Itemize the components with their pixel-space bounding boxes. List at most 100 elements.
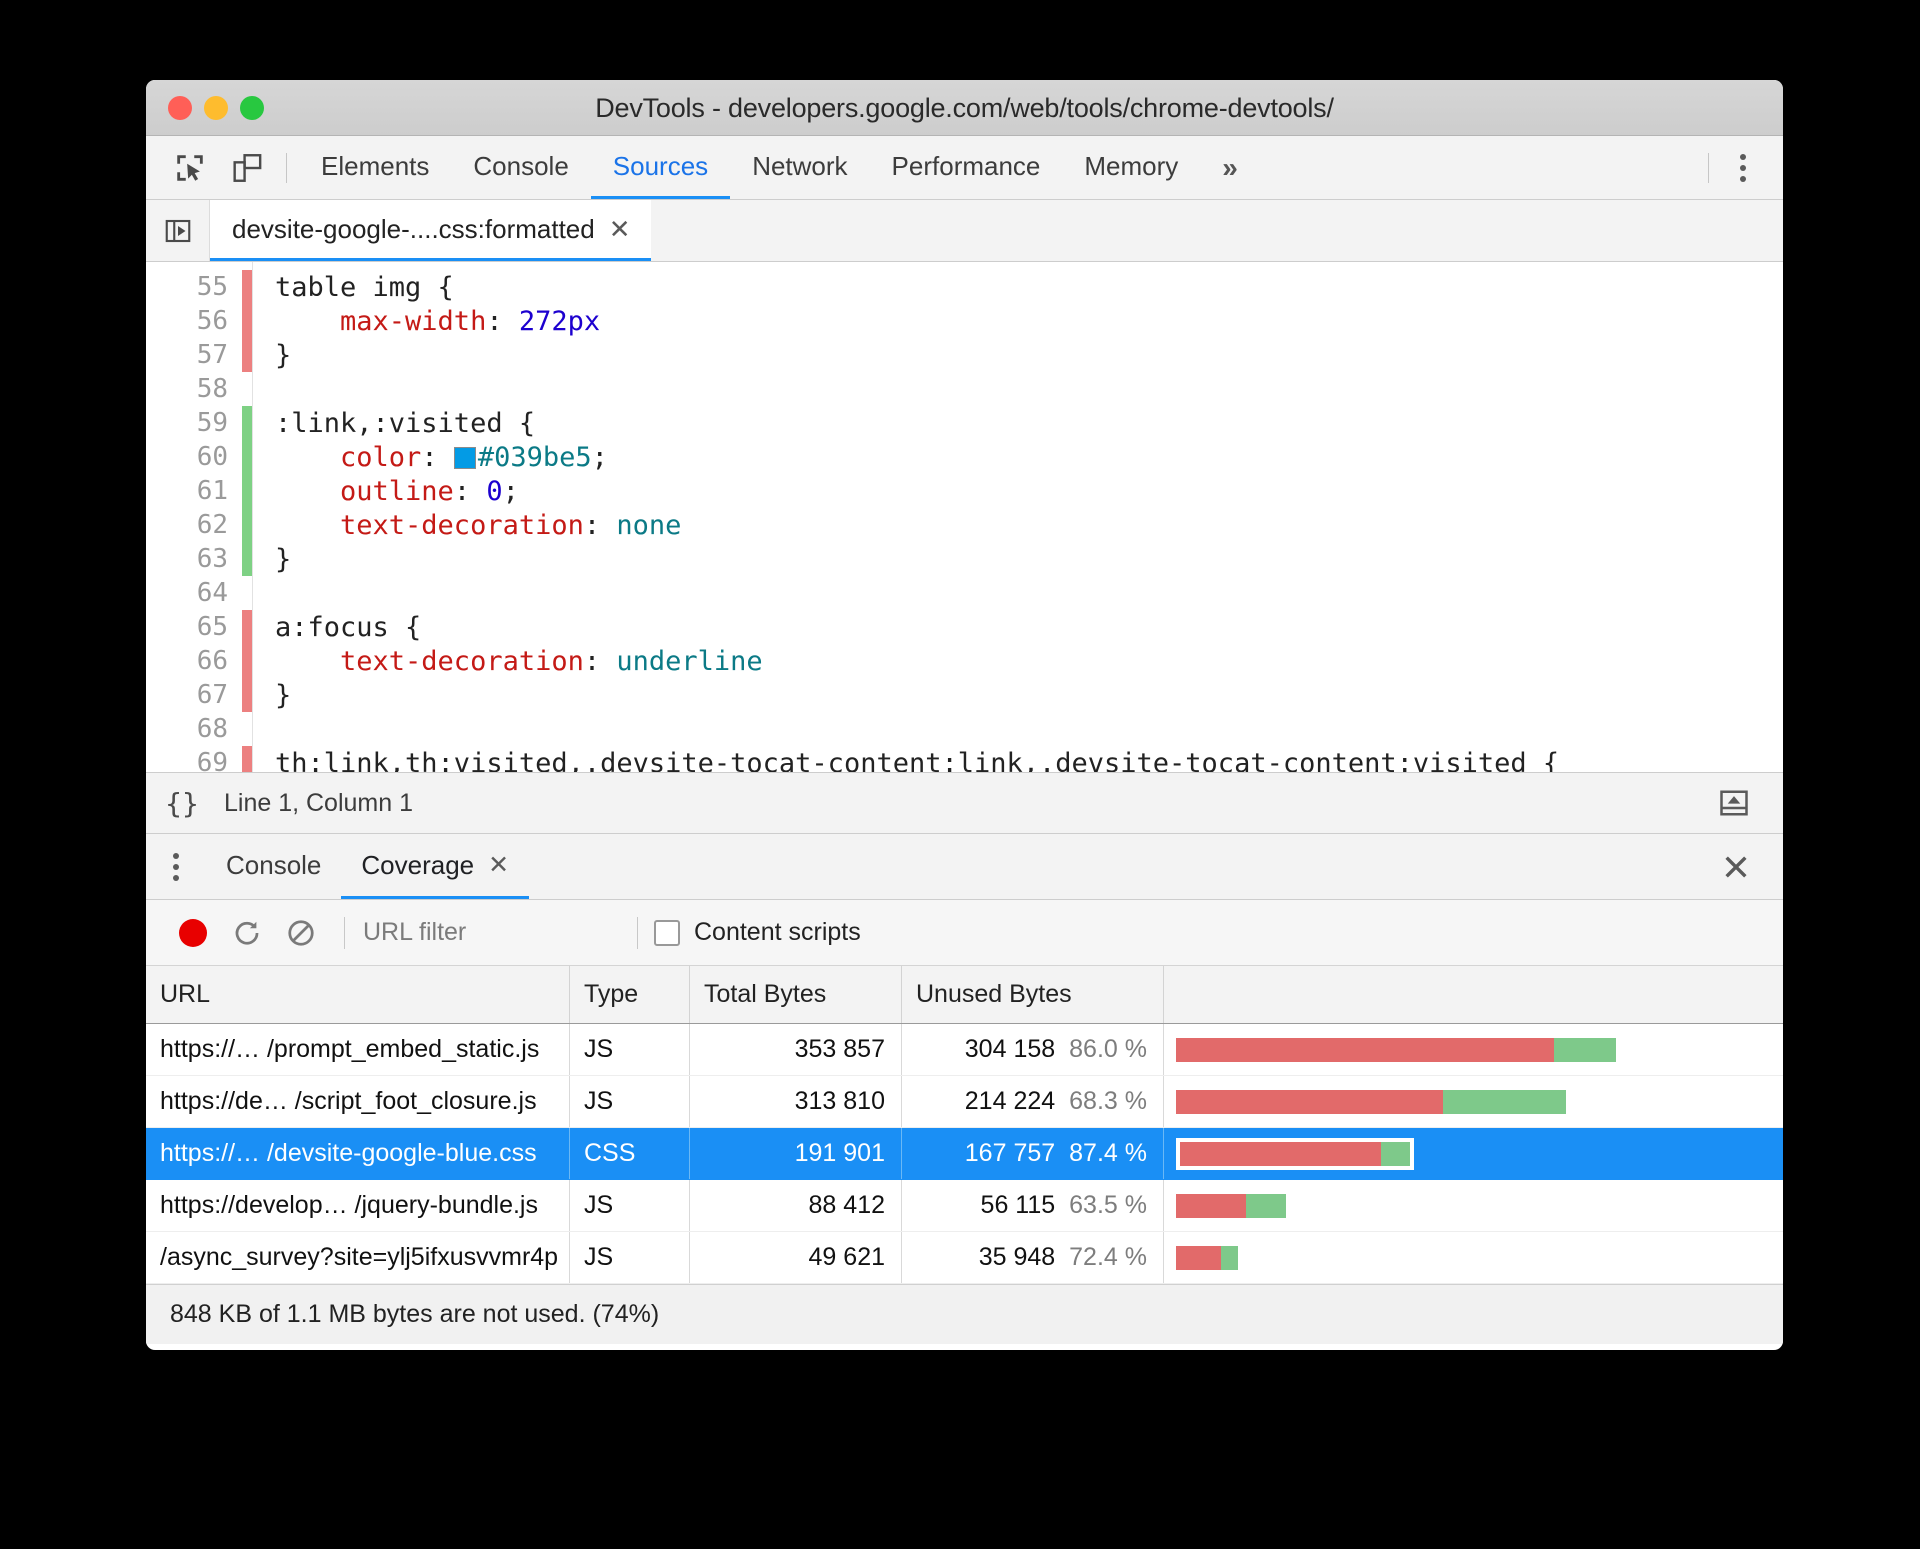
table-row[interactable]: https://de… /script_foot_closure.js JS 313… (146, 1076, 1783, 1128)
coverage-marker (242, 372, 252, 406)
drawer-tab-coverage[interactable]: Coverage ✕ (341, 834, 530, 899)
coverage-marker (242, 712, 252, 746)
customize-devtools-icon[interactable] (1721, 146, 1765, 190)
close-drawer-icon[interactable] (1709, 840, 1763, 894)
code-token: text-decoration (275, 645, 584, 677)
coverage-bar-unused (1180, 1141, 1382, 1166)
code-text: :link,:visited { (253, 408, 535, 439)
zoom-window-button[interactable] (240, 95, 264, 120)
code-line[interactable]: 61 outline: 0; (146, 474, 1783, 508)
content-scripts-checkbox[interactable]: Content scripts (654, 918, 861, 947)
cell-url: https://develop… /jquery-bundle.js (146, 1180, 570, 1231)
coverage-bar-used (1442, 1089, 1567, 1114)
gutter-divider (252, 372, 253, 406)
drawer-tab-console[interactable]: Console (206, 834, 341, 899)
cell-total-bytes: 88 412 (690, 1180, 902, 1231)
code-token: } (275, 679, 292, 711)
drawer-menu-icon[interactable] (146, 834, 206, 899)
close-icon[interactable]: ✕ (488, 850, 509, 880)
coverage-toolbar: Content scripts (146, 900, 1783, 966)
coverage-bar (1176, 1193, 1286, 1218)
unused-bytes-value: 304 158 (964, 1035, 1056, 1063)
show-drawer-icon[interactable] (1707, 776, 1761, 830)
cell-total-bytes: 191 901 (690, 1128, 902, 1179)
code-line[interactable]: 68 (146, 712, 1783, 746)
code-editor[interactable]: 5455table img {56 max-width: 272px57}585… (146, 262, 1783, 772)
code-line[interactable]: 64 (146, 576, 1783, 610)
cell-coverage-bar (1164, 1232, 1783, 1283)
device-toolbar-icon[interactable] (218, 136, 274, 199)
devtools-window: DevTools - developers.google.com/web/too… (146, 80, 1783, 1350)
url-filter-input[interactable] (361, 917, 621, 948)
pretty-print-icon[interactable]: {} (146, 787, 218, 820)
coverage-marker (242, 508, 252, 542)
gutter-divider (252, 262, 253, 270)
show-navigator-icon[interactable] (146, 200, 210, 261)
clear-icon[interactable] (274, 906, 328, 960)
minimize-window-button[interactable] (204, 95, 228, 120)
cell-unused-bytes: 56 115 63.5 % (902, 1180, 1164, 1231)
color-swatch-icon[interactable] (453, 446, 476, 469)
drawer-tabbar: Console Coverage ✕ (146, 834, 1783, 900)
record-icon[interactable] (166, 906, 220, 960)
code-line[interactable]: 57} (146, 338, 1783, 372)
code-line[interactable]: 55 table img { (146, 270, 1783, 304)
code-line[interactable]: 65 a:focus { (146, 610, 1783, 644)
code-token: table img { (275, 271, 454, 303)
tab-elements[interactable]: Elements (299, 136, 451, 199)
code-token: ; (502, 475, 519, 507)
column-header-unused-bytes[interactable]: Unused Bytes (902, 966, 1164, 1023)
code-token: :link,:visited { (275, 407, 536, 439)
tab-sources[interactable]: Sources (590, 136, 731, 199)
file-tab-devsite-google-blue-css[interactable]: devsite-google-....css:formatted ✕ (210, 200, 651, 261)
more-tabs-icon[interactable]: » (1200, 136, 1260, 199)
unused-percent-value: 63.5 % (1069, 1191, 1147, 1219)
cell-coverage-bar (1164, 1024, 1783, 1075)
unused-bytes-value: 214 224 (964, 1087, 1056, 1115)
code-token: a:focus { (275, 611, 422, 643)
cell-coverage-bar (1164, 1076, 1783, 1127)
code-line[interactable]: 62 text-decoration: none (146, 508, 1783, 542)
tab-label: Performance (891, 150, 1041, 181)
tab-performance[interactable]: Performance (870, 136, 1063, 199)
code-line[interactable]: 56 max-width: 272px (146, 304, 1783, 338)
drawer-tab-label: Coverage (361, 849, 475, 880)
source-file-tabbar: devsite-google-....css:formatted ✕ (146, 200, 1783, 262)
code-text: color: #039be5; (253, 442, 608, 473)
code-token: th:link,th:visited,.devsite-tocat-conten… (275, 747, 1560, 773)
table-row[interactable]: /async_survey?site=ylj5ifxusvvmr4p JS 49 6… (146, 1232, 1783, 1284)
checkbox-box[interactable] (654, 919, 680, 946)
code-token: ; (591, 441, 608, 473)
coverage-bar (1176, 1137, 1415, 1170)
column-header-type[interactable]: Type (570, 966, 690, 1023)
coverage-bar-used (1554, 1037, 1616, 1062)
tab-memory[interactable]: Memory (1062, 136, 1200, 199)
code-line[interactable]: 69 th:link,th:visited,.devsite-tocat-cont… (146, 746, 1783, 772)
panel-tabs: Elements Console Sources Network Perform… (299, 136, 1260, 199)
close-icon[interactable]: ✕ (609, 214, 631, 245)
code-token: max-width (275, 305, 487, 337)
close-window-button[interactable] (168, 95, 192, 120)
coverage-bar-unused (1176, 1037, 1555, 1062)
column-header-url[interactable]: URL (146, 966, 570, 1023)
code-line[interactable]: 66 text-decoration: underline (146, 644, 1783, 678)
inspect-element-icon[interactable] (162, 136, 218, 199)
table-row[interactable]: https://… /devsite-google-blue.css CSS 191… (146, 1128, 1783, 1180)
screenshot-root: DevTools - developers.google.com/web/too… (0, 0, 1920, 1549)
code-line[interactable]: 54 (146, 262, 1783, 270)
table-row[interactable]: https://… /prompt_embed_static.js JS 353 8… (146, 1024, 1783, 1076)
gutter-divider (252, 576, 253, 610)
code-line[interactable]: 60 color: #039be5; (146, 440, 1783, 474)
tab-console[interactable]: Console (451, 136, 590, 199)
cell-url: /async_survey?site=ylj5ifxusvvmr4p (146, 1232, 570, 1283)
tab-network[interactable]: Network (730, 136, 869, 199)
reload-icon[interactable] (220, 906, 274, 960)
code-line[interactable]: 67} (146, 678, 1783, 712)
code-line[interactable]: 63} (146, 542, 1783, 576)
code-line[interactable]: 59:link,:visited { (146, 406, 1783, 440)
code-token: : (453, 475, 487, 507)
code-line[interactable]: 58 (146, 372, 1783, 406)
unused-percent-value: 68.3 % (1069, 1087, 1147, 1115)
table-row[interactable]: https://develop… /jquery-bundle.js JS 88 4… (146, 1180, 1783, 1232)
column-header-total-bytes[interactable]: Total Bytes (690, 966, 902, 1023)
